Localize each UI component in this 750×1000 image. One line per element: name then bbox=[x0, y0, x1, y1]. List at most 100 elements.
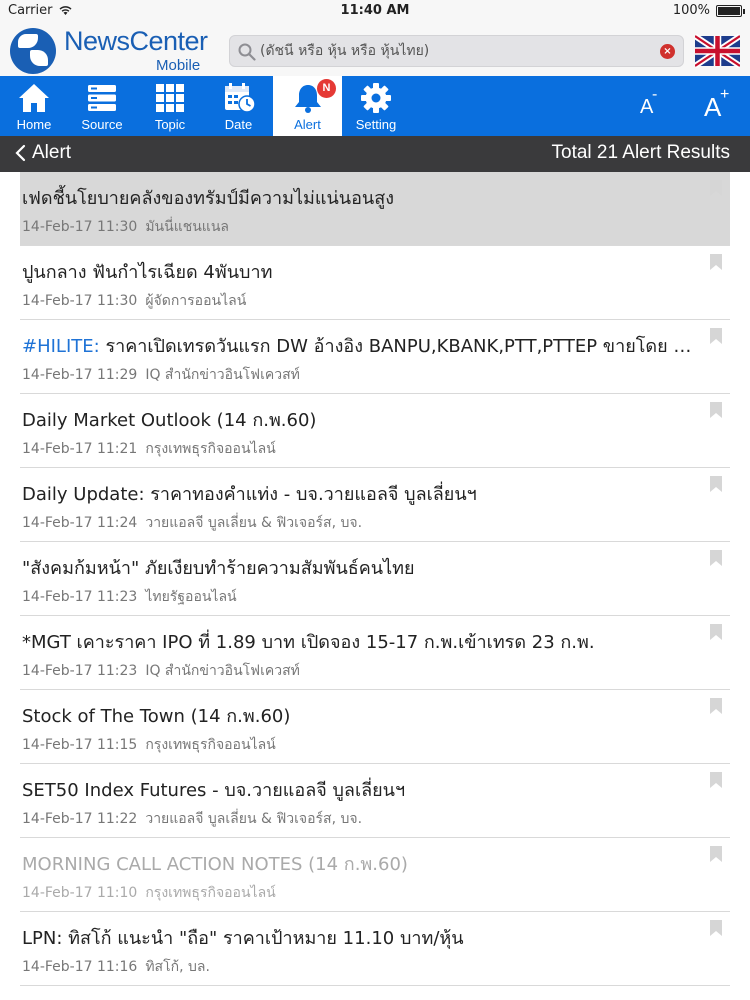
item-title-text: *MGT เคาะราคา IPO ที่ 1.89 บาท เปิดจอง 1… bbox=[22, 632, 595, 653]
item-source: มันนี่แชนแนล bbox=[145, 219, 229, 235]
item-source: ผู้จัดการออนไลน์ bbox=[145, 293, 247, 309]
alert-subheader: Alert Total 21 Alert Results bbox=[0, 136, 750, 172]
tab-topic[interactable]: Topic bbox=[136, 76, 204, 136]
item-meta: 14-Feb-17 11:30 ผู้จัดการออนไลน์ bbox=[22, 290, 246, 312]
battery-percent: 100% bbox=[672, 3, 710, 18]
list-item[interactable]: SET50 Index Futures - บจ.วายแอลจี บูลเลี… bbox=[20, 764, 730, 838]
calendar-clock-icon bbox=[224, 83, 256, 113]
list-item[interactable]: #HILITE: ราคาเปิดเทรดวันแรก DW อ้างอิง B… bbox=[20, 320, 730, 394]
item-meta: 14-Feb-17 11:23 ไทยรัฐออนไลน์ bbox=[22, 586, 237, 608]
bookmark-icon[interactable] bbox=[710, 254, 722, 270]
item-title-text: Stock of The Town (14 ก.พ.60) bbox=[22, 706, 291, 727]
item-date: 14-Feb-17 11:23 bbox=[22, 663, 138, 679]
bookmark-icon[interactable] bbox=[710, 476, 722, 492]
item-date: 14-Feb-17 11:16 bbox=[22, 959, 138, 975]
bookmark-icon[interactable] bbox=[710, 698, 722, 714]
item-meta: 14-Feb-17 11:16 ทิสโก้, บล. bbox=[22, 956, 210, 978]
back-button[interactable]: Alert bbox=[15, 142, 71, 164]
list-item[interactable]: LPN: ทิสโก้ แนะนำ "ถือ" ราคาเป้าหมาย 11.… bbox=[20, 912, 730, 986]
item-source: IQ สำนักข่าวอินโฟเควสท์ bbox=[145, 367, 300, 383]
source-list-icon bbox=[88, 85, 116, 111]
status-bar: Carrier 11:40 AM 100% bbox=[0, 0, 750, 22]
item-title: Daily Update: ราคาทองคำแท่ง - บจ.วายแอลจ… bbox=[22, 479, 692, 508]
logo-subtitle: Mobile bbox=[156, 57, 201, 74]
item-title-text: Daily Update: ราคาทองคำแท่ง - บจ.วายแอลจ… bbox=[22, 484, 477, 505]
item-tag: #HILITE: bbox=[22, 336, 100, 357]
item-title: SET50 Index Futures - บจ.วายแอลจี บูลเลี… bbox=[22, 775, 692, 804]
item-date: 14-Feb-17 11:15 bbox=[22, 737, 138, 753]
list-item-read[interactable]: MORNING CALL ACTION NOTES (14 ก.พ.60) 14… bbox=[20, 838, 730, 912]
item-title-text: เฟดชี้นโยบายคลังของทรัมป์มีความไม่แน่นอน… bbox=[22, 188, 394, 209]
tab-source[interactable]: Source bbox=[68, 76, 136, 136]
item-date: 14-Feb-17 11:30 bbox=[22, 293, 138, 309]
battery-group: 100% bbox=[672, 3, 745, 18]
item-title: *MGT เคาะราคา IPO ที่ 1.89 บาท เปิดจอง 1… bbox=[22, 627, 692, 656]
decrease-font-button[interactable]: A - bbox=[616, 76, 676, 136]
item-meta: 14-Feb-17 11:21 กรุงเทพธุรกิจออนไลน์ bbox=[22, 438, 276, 460]
increase-font-button[interactable]: A + bbox=[684, 76, 744, 136]
clear-search-icon[interactable]: × bbox=[660, 44, 675, 59]
chevron-left-icon bbox=[15, 144, 26, 162]
item-title: "สังคมก้มหน้า" ภัยเงียบทำร้ายความสัมพันธ… bbox=[22, 553, 692, 582]
tab-date[interactable]: Date bbox=[204, 76, 273, 136]
list-item[interactable]: "สังคมก้มหน้า" ภัยเงียบทำร้ายความสัมพันธ… bbox=[20, 542, 730, 616]
item-title: Daily Market Outlook (14 ก.พ.60) bbox=[22, 405, 692, 434]
bookmark-icon[interactable] bbox=[710, 402, 722, 418]
list-item[interactable]: *MGT เคาะราคา IPO ที่ 1.89 บาท เปิดจอง 1… bbox=[20, 616, 730, 690]
item-title-text: MORNING CALL ACTION NOTES (14 ก.พ.60) bbox=[22, 854, 408, 875]
bookmark-icon[interactable] bbox=[710, 846, 722, 862]
item-title-text: "สังคมก้มหน้า" ภัยเงียบทำร้ายความสัมพันธ… bbox=[22, 558, 415, 579]
tab-date-label: Date bbox=[224, 117, 253, 132]
item-date: 14-Feb-17 11:21 bbox=[22, 441, 138, 457]
bookmark-icon[interactable] bbox=[710, 550, 722, 566]
item-date: 14-Feb-17 11:22 bbox=[22, 811, 138, 827]
app-logo[interactable]: NewsCenter Mobile bbox=[10, 26, 210, 74]
item-title-text: SET50 Index Futures - บจ.วายแอลจี บูลเลี… bbox=[22, 780, 406, 801]
item-title: LPN: ทิสโก้ แนะนำ "ถือ" ราคาเป้าหมาย 11.… bbox=[22, 923, 692, 952]
item-meta: 14-Feb-17 11:23 IQ สำนักข่าวอินโฟเควสท์ bbox=[22, 660, 300, 682]
item-date: 14-Feb-17 11:30 bbox=[22, 219, 138, 235]
item-title: Stock of The Town (14 ก.พ.60) bbox=[22, 701, 692, 730]
results-count: Total 21 Alert Results bbox=[551, 142, 730, 163]
item-meta: 14-Feb-17 11:24 วายแอลจี บูลเลี่ยน & ฟิวเ… bbox=[22, 512, 362, 534]
search-icon bbox=[238, 43, 256, 61]
bookmark-icon[interactable] bbox=[710, 624, 722, 640]
globe-logo-icon bbox=[10, 28, 56, 74]
item-date: 14-Feb-17 11:29 bbox=[22, 367, 138, 383]
tab-home-label: Home bbox=[16, 117, 52, 132]
grid-icon bbox=[156, 84, 184, 112]
battery-icon bbox=[716, 4, 745, 17]
list-item[interactable]: Stock of The Town (14 ก.พ.60) 14-Feb-17 … bbox=[20, 690, 730, 764]
tab-home[interactable]: Home bbox=[0, 76, 68, 136]
tab-setting[interactable]: Setting bbox=[342, 76, 410, 136]
item-meta: 14-Feb-17 11:30 มันนี่แชนแนล bbox=[22, 216, 229, 238]
back-label: Alert bbox=[32, 142, 72, 163]
list-item[interactable]: Daily Market Outlook (14 ก.พ.60) 14-Feb-… bbox=[20, 394, 730, 468]
item-date: 14-Feb-17 11:24 bbox=[22, 515, 138, 531]
bookmark-icon[interactable] bbox=[710, 920, 722, 936]
item-title: MORNING CALL ACTION NOTES (14 ก.พ.60) bbox=[22, 849, 692, 878]
increase-font-letter: A bbox=[704, 92, 722, 122]
item-date: 14-Feb-17 11:23 bbox=[22, 589, 138, 605]
item-title: #HILITE: ราคาเปิดเทรดวันแรก DW อ้างอิง B… bbox=[22, 331, 692, 360]
bookmark-icon[interactable] bbox=[710, 772, 722, 788]
item-title-text: ราคาเปิดเทรดวันแรก DW อ้างอิง BANPU,KBAN… bbox=[105, 336, 692, 357]
item-meta: 14-Feb-17 11:22 วายแอลจี บูลเลี่ยน & ฟิวเ… bbox=[22, 808, 362, 830]
item-title: ปูนกลาง ฟันกำไรเฉียด 4พันบาท bbox=[22, 257, 692, 286]
bookmark-icon[interactable] bbox=[710, 328, 722, 344]
search-input[interactable] bbox=[260, 40, 650, 62]
decrease-font-sign: - bbox=[652, 86, 658, 103]
item-title-text: LPN: ทิสโก้ แนะนำ "ถือ" ราคาเป้าหมาย 11.… bbox=[22, 928, 464, 949]
item-meta: 14-Feb-17 11:15 กรุงเทพธุรกิจออนไลน์ bbox=[22, 734, 276, 756]
tab-alert[interactable]: N Alert bbox=[273, 76, 342, 136]
uk-flag-language-icon[interactable] bbox=[695, 34, 740, 68]
item-source: ทิสโก้, บล. bbox=[145, 959, 210, 975]
bookmark-icon[interactable] bbox=[710, 180, 722, 196]
list-item[interactable]: เฟดชี้นโยบายคลังของทรัมป์มีความไม่แน่นอน… bbox=[20, 172, 730, 246]
alert-list: เฟดชี้นโยบายคลังของทรัมป์มีความไม่แน่นอน… bbox=[20, 172, 730, 986]
list-item[interactable]: ปูนกลาง ฟันกำไรเฉียด 4พันบาท 14-Feb-17 1… bbox=[20, 246, 730, 320]
list-item[interactable]: Daily Update: ราคาทองคำแท่ง - บจ.วายแอลจ… bbox=[20, 468, 730, 542]
item-title-text: Daily Market Outlook (14 ก.พ.60) bbox=[22, 410, 317, 431]
search-bar: × bbox=[229, 35, 684, 67]
tab-setting-label: Setting bbox=[355, 117, 397, 132]
